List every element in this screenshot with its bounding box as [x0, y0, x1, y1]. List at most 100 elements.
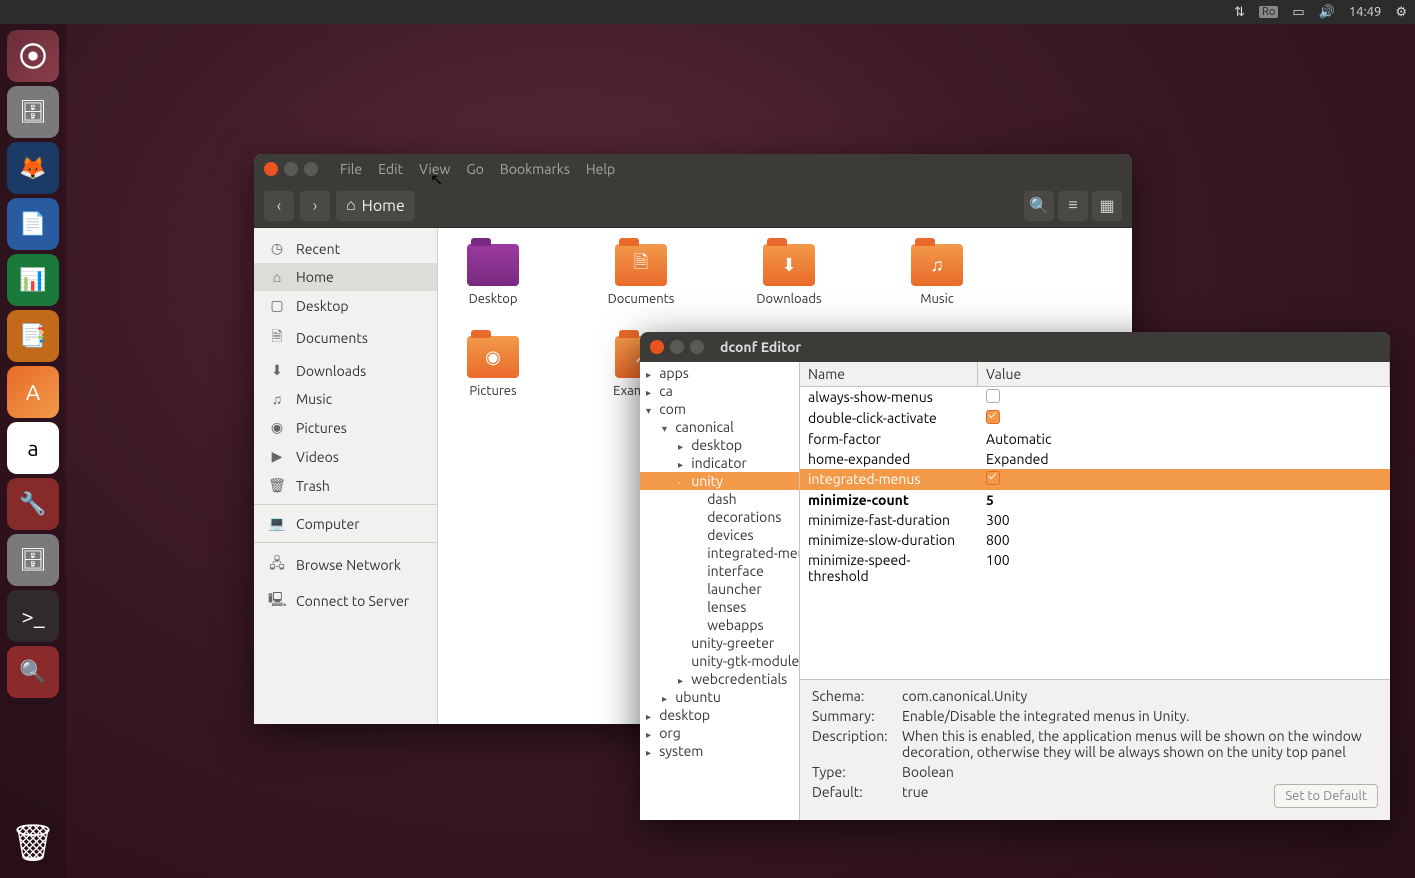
path-home-button[interactable]: ⌂Home — [336, 191, 415, 221]
tree-integrated-menus[interactable]: integrated-menus — [640, 544, 799, 562]
nautilus-titlebar[interactable]: File Edit View Go Bookmarks Help — [254, 154, 1132, 184]
file-desktop[interactable]: Desktop — [454, 244, 532, 306]
sidebar-item-computer[interactable]: 💻Computer — [254, 509, 437, 538]
row-minimize-slow-duration[interactable]: minimize-slow-duration800 — [800, 530, 1390, 550]
file-manager-icon[interactable]: 🗄 — [7, 534, 59, 586]
sidebar-item-home[interactable]: ⌂Home — [254, 263, 437, 291]
amazon-icon[interactable]: a — [7, 422, 59, 474]
battery-icon[interactable]: ▭ — [1292, 5, 1304, 20]
sidebar-item-connect-to-server[interactable]: 🖳Connect to Server — [254, 583, 437, 619]
tree-ubuntu[interactable]: ▸ ubuntu — [640, 688, 799, 706]
menu-go[interactable]: Go — [466, 161, 483, 177]
row-form-factor[interactable]: form-factorAutomatic — [800, 429, 1390, 449]
tree-apps[interactable]: ▸ apps — [640, 364, 799, 382]
files-icon[interactable]: 🗄 — [7, 86, 59, 138]
close-icon[interactable] — [650, 340, 664, 354]
terminal-icon[interactable]: >_ — [7, 590, 59, 642]
calc-icon[interactable]: 📊 — [7, 254, 59, 306]
row-home-expanded[interactable]: home-expandedExpanded — [800, 449, 1390, 469]
tree-webapps[interactable]: webapps — [640, 616, 799, 634]
keyboard-indicator[interactable]: Ro — [1259, 6, 1278, 18]
sidebar-separator — [254, 504, 437, 505]
menu-edit[interactable]: Edit — [378, 161, 403, 177]
row-double-click-activate[interactable]: double-click-activate — [800, 408, 1390, 429]
menu-file[interactable]: File — [340, 161, 362, 177]
tree-interface[interactable]: interface — [640, 562, 799, 580]
row-minimize-fast-duration[interactable]: minimize-fast-duration300 — [800, 510, 1390, 530]
tree-decorations[interactable]: decorations — [640, 508, 799, 526]
checkbox[interactable] — [986, 410, 1000, 424]
firefox-icon[interactable]: 🦊 — [7, 142, 59, 194]
tree-desktop[interactable]: ▸ desktop — [640, 436, 799, 454]
pictures-icon: ◉ — [268, 419, 286, 436]
list-view-icon[interactable]: ≡ — [1058, 191, 1088, 221]
forward-button[interactable]: › — [300, 191, 330, 221]
row-always-show-menus[interactable]: always-show-menus — [800, 387, 1390, 408]
set-to-default-button[interactable]: Set to Default — [1274, 784, 1378, 808]
activity-icon[interactable]: 🔍 — [7, 646, 59, 698]
sidebar-item-pictures[interactable]: ◉Pictures — [254, 413, 437, 442]
expand-icon: ▸ — [678, 675, 688, 687]
tree-unity[interactable]: · unity — [640, 472, 799, 490]
search-icon[interactable]: 🔍 — [1024, 191, 1054, 221]
sidebar-item-trash[interactable]: 🗑Trash — [254, 471, 437, 500]
dash-icon[interactable] — [7, 30, 59, 82]
col-name[interactable]: Name — [800, 362, 978, 386]
dconf-tree: ▸ apps▸ ca▾ com▾ canonical▸ desktop▸ ind… — [640, 362, 800, 820]
back-button[interactable]: ‹ — [264, 191, 294, 221]
tree-dash[interactable]: dash — [640, 490, 799, 508]
trash-icon[interactable]: 🗑 — [7, 816, 59, 868]
menu-bookmarks[interactable]: Bookmarks — [500, 161, 570, 177]
expand-icon: ▸ — [646, 729, 656, 741]
col-value[interactable]: Value — [978, 362, 1390, 386]
grid-view-icon[interactable]: ▦ — [1092, 191, 1122, 221]
tree-ca[interactable]: ▸ ca — [640, 382, 799, 400]
tree-com[interactable]: ▾ com — [640, 400, 799, 418]
row-minimize-speed-threshold[interactable]: minimize-speed-threshold100 — [800, 550, 1390, 586]
impress-icon[interactable]: 📑 — [7, 310, 59, 362]
checkbox[interactable] — [986, 389, 1000, 403]
tree-indicator[interactable]: ▸ indicator — [640, 454, 799, 472]
dconf-titlebar[interactable]: dconf Editor — [640, 332, 1390, 362]
row-minimize-count[interactable]: minimize-count5 — [800, 490, 1390, 510]
type-label: Type: — [812, 764, 902, 780]
clock[interactable]: 14:49 — [1349, 5, 1382, 19]
maximize-icon[interactable] — [304, 162, 318, 176]
tree-devices[interactable]: devices — [640, 526, 799, 544]
software-center-icon[interactable]: A — [7, 366, 59, 418]
tree-webcredentials[interactable]: ▸ webcredentials — [640, 670, 799, 688]
file-pictures[interactable]: ◉Pictures — [454, 336, 532, 398]
tree-launcher[interactable]: launcher — [640, 580, 799, 598]
tree-desktop[interactable]: ▸ desktop — [640, 706, 799, 724]
network-icon[interactable]: ⇅ — [1234, 5, 1245, 20]
menu-help[interactable]: Help — [586, 161, 615, 177]
sidebar-item-desktop[interactable]: ▢Desktop — [254, 291, 437, 320]
volume-icon[interactable]: 🔊 — [1319, 5, 1335, 20]
sidebar-item-videos[interactable]: ▶Videos — [254, 442, 437, 471]
tree-canonical[interactable]: ▾ canonical — [640, 418, 799, 436]
maximize-icon[interactable] — [690, 340, 704, 354]
minimize-icon[interactable] — [284, 162, 298, 176]
tree-unity-greeter[interactable]: unity-greeter — [640, 634, 799, 652]
sidebar-separator — [254, 542, 437, 543]
minimize-icon[interactable] — [670, 340, 684, 354]
tree-lenses[interactable]: lenses — [640, 598, 799, 616]
sidebar-item-music[interactable]: ♫Music — [254, 385, 437, 413]
tree-system[interactable]: ▸ system — [640, 742, 799, 760]
file-documents[interactable]: 🗎Documents — [602, 244, 680, 306]
close-icon[interactable] — [264, 162, 278, 176]
sidebar-item-documents[interactable]: 🗎Documents — [254, 320, 437, 356]
gear-icon[interactable]: ⚙ — [1395, 5, 1407, 20]
checkbox[interactable] — [986, 471, 1000, 485]
menu-view[interactable]: View — [419, 161, 450, 177]
tree-unity-gtk-module[interactable]: unity-gtk-module — [640, 652, 799, 670]
file-downloads[interactable]: ⬇Downloads — [750, 244, 828, 306]
tree-org[interactable]: ▸ org — [640, 724, 799, 742]
sidebar-item-downloads[interactable]: ⬇Downloads — [254, 356, 437, 385]
sidebar-item-browse-network[interactable]: 🖧Browse Network — [254, 547, 437, 583]
settings-icon[interactable]: 🔧 — [7, 478, 59, 530]
row-integrated-menus[interactable]: integrated-menus — [800, 469, 1390, 490]
file-music[interactable]: ♫Music — [898, 244, 976, 306]
writer-icon[interactable]: 📄 — [7, 198, 59, 250]
sidebar-item-recent[interactable]: ◷Recent — [254, 234, 437, 263]
